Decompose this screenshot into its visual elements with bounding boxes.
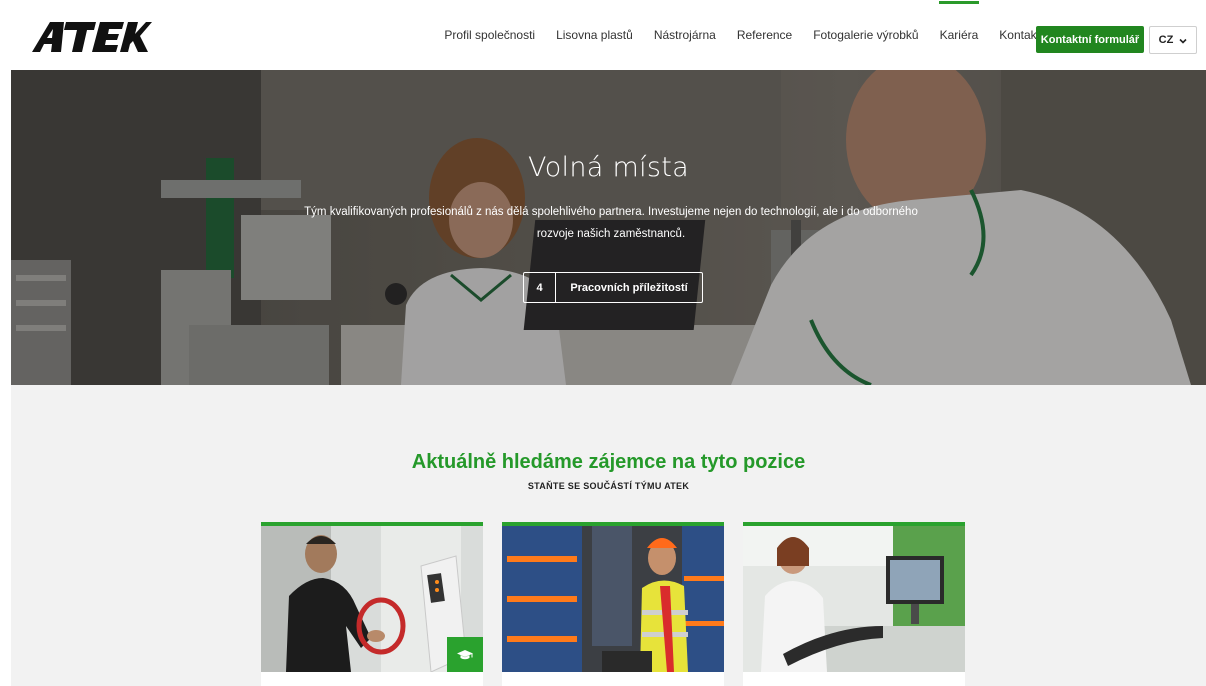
warehouse-worker-photo (502, 526, 724, 672)
language-value: CZ (1158, 34, 1174, 46)
graduation-cap-icon (447, 637, 483, 672)
job-openings-label: Pracovních příležitostí (570, 281, 688, 294)
open-positions-section: Aktuálně hledáme zájemce na tyto pozice … (11, 385, 1206, 686)
job-openings-count: 4 (524, 273, 556, 302)
hero-title: Volná místa (528, 152, 689, 183)
language-select[interactable]: CZ (1149, 26, 1197, 54)
nav-item-nastrojarna[interactable]: Nástrojárna (654, 28, 716, 42)
hero-description: Tým kvalifikovaných profesionálů z nás d… (304, 206, 918, 240)
nav-item-reference[interactable]: Reference (737, 28, 792, 42)
site-header: Profil společnosti Lisovna plastů Nástro… (0, 0, 1206, 70)
atek-logo-mark (32, 22, 152, 52)
nav-item-fotogalerie[interactable]: Fotogalerie výrobků (813, 28, 918, 42)
position-card[interactable] (261, 522, 483, 686)
hero-banner: Volná místa Tým kvalifikovaných profesio… (11, 70, 1206, 385)
atek-logo[interactable] (30, 20, 152, 54)
positions-subtitle: STAŇTE SE SOUČÁSTÍ TÝMU ATEK (527, 481, 690, 491)
positions-title: Aktuálně hledáme zájemce na tyto pozice (411, 451, 806, 473)
position-card[interactable] (743, 522, 965, 686)
position-card[interactable] (502, 522, 724, 686)
nav-item-lisovna[interactable]: Lisovna plastů (556, 28, 633, 42)
nav-item-kariera[interactable]: Kariéra (938, 1, 979, 42)
quality-worker-photo (743, 526, 965, 672)
contact-form-button[interactable]: Kontaktní formulář (1036, 26, 1144, 53)
job-openings-button[interactable]: 4 Pracovních příležitostí (523, 272, 703, 303)
main-navigation: Profil společnosti Lisovna plastů Nástro… (423, 0, 1046, 70)
chevron-down-icon (1179, 36, 1187, 44)
nav-item-profil[interactable]: Profil společnosti (444, 28, 535, 42)
